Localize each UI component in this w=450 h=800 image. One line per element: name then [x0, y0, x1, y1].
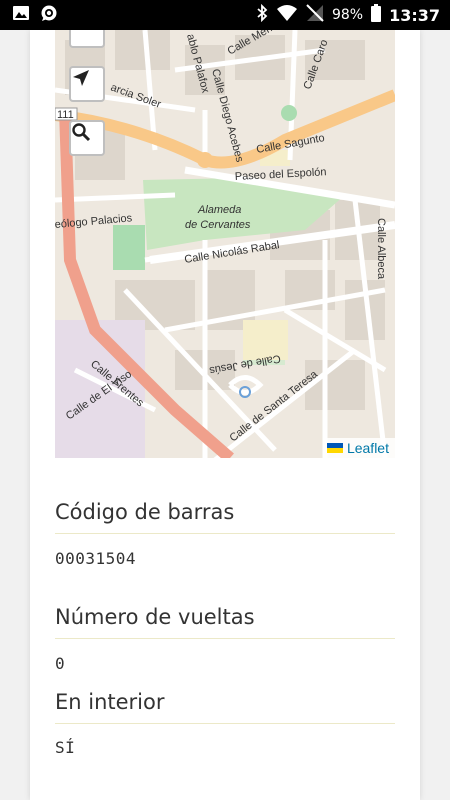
laps-label: Número de vueltas: [55, 605, 395, 639]
ukraine-flag-icon: [326, 443, 343, 453]
barcode-label: Código de barras: [55, 500, 395, 534]
label-calle-diego-acebes: Calle Diego Acebes: [209, 68, 246, 164]
map-view[interactable]: 111 Calle Sagunto Paseo del Espolón Alam…: [55, 30, 395, 458]
clock: 13:37: [389, 5, 440, 25]
label-calle-albeca: Calle Albeca: [375, 218, 387, 280]
image-icon: [12, 5, 30, 25]
leaflet-link[interactable]: Leaflet: [347, 440, 389, 456]
status-bar: 98% 13:37: [0, 0, 450, 30]
map-attribution: Leaflet: [322, 438, 395, 458]
locate-button[interactable]: [69, 66, 105, 102]
battery-percent: 98%: [331, 7, 364, 23]
zoom-out-button[interactable]: [69, 30, 105, 48]
wifi-icon: [276, 5, 298, 25]
map-tiles: 111 Calle Sagunto Paseo del Espolón Alam…: [55, 30, 395, 458]
label-garcia-soler: arcia Soler: [109, 82, 163, 111]
detail-card: 111 Calle Sagunto Paseo del Espolón Alam…: [30, 30, 420, 800]
laps-value: 0: [55, 654, 66, 673]
label-paseo-espolon: Paseo del Espolón: [235, 166, 327, 183]
label-alameda: Alameda: [197, 204, 241, 216]
barcode-value: 00031504: [55, 549, 137, 568]
indoor-value: SÍ: [55, 738, 76, 757]
whatsapp-icon: [40, 4, 58, 26]
indoor-label: En interior: [55, 690, 395, 724]
no-signal-icon: [306, 4, 324, 26]
label-calle-nicolas-rabal: Calle Nicolás Rabal: [184, 239, 281, 266]
battery-icon: [371, 4, 382, 26]
search-button[interactable]: [69, 120, 105, 156]
bluetooth-icon: [256, 3, 268, 26]
label-cervantes: de Cervantes: [185, 219, 251, 231]
